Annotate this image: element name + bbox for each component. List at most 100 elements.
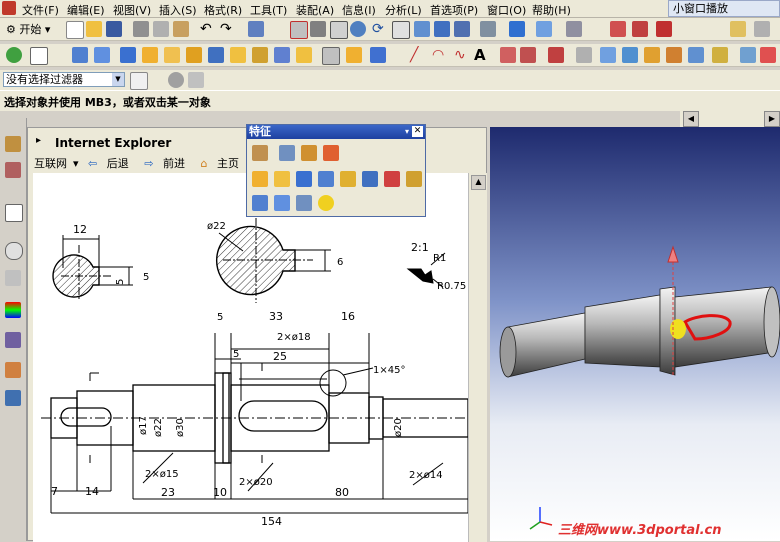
feature-tool-icon[interactable] xyxy=(252,145,268,161)
render-style-icon[interactable] xyxy=(536,21,552,37)
pal-block-icon[interactable] xyxy=(252,195,268,211)
feature-palette-titlebar[interactable]: 特征 ▾ ✕ xyxy=(247,125,425,139)
menu-format[interactable]: 格式(R) xyxy=(204,2,242,18)
surface-icon[interactable] xyxy=(600,47,616,63)
zoom-icon[interactable] xyxy=(330,21,348,39)
redo-icon[interactable]: ↷ xyxy=(220,21,236,37)
scroll-right-icon[interactable]: ▶ xyxy=(764,111,780,127)
datum-csys-icon[interactable] xyxy=(323,145,339,161)
magnify-icon[interactable] xyxy=(350,21,366,37)
palette-menu-icon[interactable]: ▾ xyxy=(405,125,409,139)
chamfer-icon[interactable] xyxy=(370,47,386,63)
menu-assembly[interactable]: 装配(A) xyxy=(296,2,334,18)
display-icon[interactable] xyxy=(480,21,496,37)
trim-icon[interactable] xyxy=(548,47,564,63)
mini-window-play[interactable]: 小窗口播放 xyxy=(668,0,780,17)
extrude-icon[interactable] xyxy=(72,47,88,63)
ie-scrollbar[interactable]: ▲ xyxy=(468,173,487,542)
menu-info[interactable]: 信息(I) xyxy=(342,2,376,18)
sketch-icon[interactable] xyxy=(6,47,22,63)
selection-filter-dropdown[interactable]: 没有选择过滤器 ▼ xyxy=(3,72,125,87)
bounded-plane-icon[interactable] xyxy=(666,47,682,63)
back-button[interactable]: ⇦ 后退 xyxy=(88,157,135,170)
pal-slot-icon[interactable] xyxy=(384,171,400,187)
line-icon[interactable]: ╱ xyxy=(410,47,426,63)
palette-icon[interactable] xyxy=(5,302,21,318)
quick-pick-icon[interactable] xyxy=(188,72,204,88)
process-studio-icon[interactable] xyxy=(5,332,21,348)
sweep-icon[interactable] xyxy=(644,47,660,63)
sew-icon[interactable] xyxy=(712,47,728,63)
edit-curve-icon[interactable] xyxy=(576,47,592,63)
shaded-icon[interactable] xyxy=(509,21,525,37)
revolve-icon[interactable] xyxy=(94,47,110,63)
pocket-icon[interactable] xyxy=(252,47,268,63)
analysis-icon[interactable] xyxy=(740,47,756,63)
thicken-icon[interactable] xyxy=(688,47,704,63)
menu-insert[interactable]: 插入(S) xyxy=(159,2,197,18)
toolbar-options-icon[interactable] xyxy=(754,21,770,37)
pal-boss-icon[interactable] xyxy=(318,171,334,187)
menu-preferences[interactable]: 首选项(P) xyxy=(430,2,478,18)
pal-sphere-icon[interactable] xyxy=(318,195,334,211)
forward-button[interactable]: ⇨ 前进 xyxy=(144,157,191,170)
wcs-icon[interactable] xyxy=(610,21,626,37)
layer-icon[interactable] xyxy=(566,21,582,37)
zoom-window-icon[interactable] xyxy=(310,21,326,37)
scroll-up-icon[interactable]: ▲ xyxy=(471,175,486,190)
edge-blend-icon[interactable] xyxy=(346,47,362,63)
sphere-icon[interactable] xyxy=(186,47,202,63)
arc-icon[interactable]: ◠ xyxy=(432,47,448,63)
menu-view[interactable]: 视图(V) xyxy=(113,2,151,18)
fit-icon[interactable] xyxy=(290,21,308,39)
paste-icon[interactable] xyxy=(173,21,189,37)
pal-pad-icon[interactable] xyxy=(362,171,378,187)
app-icon[interactable] xyxy=(2,1,16,15)
assembly-navigator-icon[interactable] xyxy=(5,136,21,152)
pal-cylinder-icon[interactable] xyxy=(274,195,290,211)
hole-icon[interactable] xyxy=(208,47,224,63)
close-icon[interactable]: ✕ xyxy=(412,126,423,137)
menu-help[interactable]: 帮助(H) xyxy=(532,2,571,18)
through-curves-icon[interactable] xyxy=(622,47,638,63)
cut-icon[interactable] xyxy=(133,21,149,37)
slot-icon[interactable] xyxy=(296,47,312,63)
menu-window[interactable]: 窗口(O) xyxy=(487,2,526,18)
copy-icon[interactable] xyxy=(153,21,169,37)
pin-icon[interactable]: ▸ xyxy=(36,135,41,146)
part-navigator-icon[interactable] xyxy=(5,162,21,178)
menu-file[interactable]: 文件(F) xyxy=(22,2,59,18)
menu-analysis[interactable]: 分析(L) xyxy=(385,2,422,18)
view-icon[interactable] xyxy=(414,21,430,37)
cone-icon[interactable] xyxy=(164,47,180,63)
pal-cone-icon[interactable] xyxy=(296,195,312,211)
system-scenes-icon[interactable] xyxy=(5,390,21,406)
home-button[interactable]: ⌂ 主页 xyxy=(200,157,244,170)
print-icon[interactable] xyxy=(730,21,746,37)
menu-tools[interactable]: 工具(T) xyxy=(250,2,287,18)
menu-edit[interactable]: 编辑(E) xyxy=(67,2,105,18)
history-icon[interactable] xyxy=(5,242,23,260)
text-icon[interactable]: A xyxy=(474,47,490,63)
save-icon[interactable] xyxy=(106,21,122,37)
boss-icon[interactable] xyxy=(230,47,246,63)
plane-icon[interactable] xyxy=(30,47,48,65)
start-button[interactable]: ⚙ 开始 ▾ xyxy=(6,21,50,37)
curve-icon[interactable] xyxy=(500,47,516,63)
datum-plane-icon[interactable] xyxy=(279,145,295,161)
pan-icon[interactable] xyxy=(392,21,410,39)
camera-icon[interactable] xyxy=(454,21,470,37)
internet-menu[interactable]: 互联网 ▾ xyxy=(34,157,79,170)
select-icon[interactable] xyxy=(248,21,264,37)
pal-extrude-icon[interactable] xyxy=(252,171,268,187)
orient-icon[interactable] xyxy=(434,21,450,37)
pal-groove-icon[interactable] xyxy=(406,171,422,187)
cylinder-icon[interactable] xyxy=(142,47,158,63)
section-icon[interactable] xyxy=(760,47,776,63)
new-file-icon[interactable] xyxy=(66,21,84,39)
groove-icon[interactable] xyxy=(322,47,340,65)
scroll-left-icon[interactable]: ◀ xyxy=(683,111,699,127)
pal-pocket-icon[interactable] xyxy=(340,171,356,187)
snap-point-icon[interactable] xyxy=(168,72,184,88)
block-icon[interactable] xyxy=(120,47,136,63)
